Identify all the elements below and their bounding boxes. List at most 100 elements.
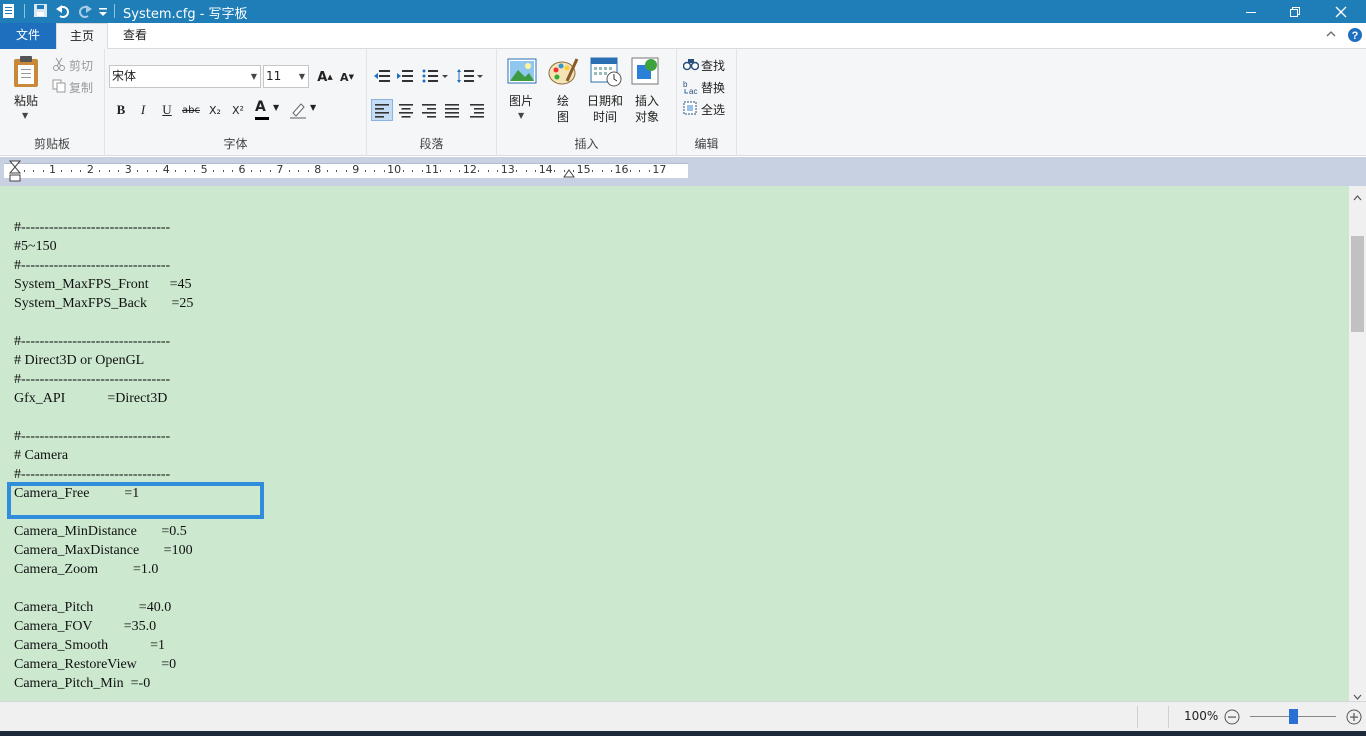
document-line[interactable]: #-------------------------------- [14, 429, 170, 448]
ruler-mark: 7 [276, 163, 284, 176]
cut-icon[interactable] [52, 57, 66, 74]
document-line[interactable]: Gfx_API =Direct3D [14, 391, 167, 410]
help-icon[interactable]: ? [1347, 27, 1363, 46]
cut-button[interactable]: 剪切 [69, 57, 93, 74]
paste-icon[interactable] [12, 55, 42, 92]
paint-icon[interactable] [547, 55, 579, 90]
highlight-color-button[interactable]: ▼ [290, 101, 316, 122]
bullet-list-icon[interactable] [422, 69, 448, 86]
align-right-icon[interactable] [419, 100, 439, 123]
document-line[interactable]: Camera_MinDistance =0.5 [14, 524, 187, 543]
zoom-slider-track[interactable] [1250, 709, 1336, 724]
document-line[interactable]: Camera_Pitch =40.0 [14, 600, 171, 619]
ruler-tick [364, 170, 366, 172]
scrollbar-thumb[interactable] [1351, 236, 1364, 332]
select-all-button[interactable]: 全选 [701, 101, 725, 118]
document-area[interactable]: #-------------------------------- #5~150 #… [0, 186, 1349, 701]
font-size-select[interactable]: 11 ▼ [263, 65, 309, 88]
save-icon[interactable] [33, 3, 49, 19]
document-line[interactable]: #-------------------------------- [14, 334, 170, 353]
align-center-icon[interactable] [396, 100, 416, 123]
tab-home[interactable]: 主页 [56, 23, 108, 50]
picture-icon[interactable] [507, 57, 537, 88]
paste-dropdown-icon[interactable]: ▼ [22, 111, 28, 120]
tab-file[interactable]: 文件 [0, 23, 56, 49]
ribbon-tabs: 文件 主页 查看 ? [0, 23, 1366, 50]
ruler-tick [175, 170, 177, 172]
redo-icon[interactable] [77, 3, 93, 19]
ruler-mark: 15 [576, 163, 591, 176]
text-color-button[interactable]: A ▼ [255, 99, 279, 120]
find-icon[interactable] [682, 57, 700, 74]
minimize-button[interactable] [1228, 0, 1274, 23]
document-line[interactable]: Camera_FOV =35.0 [14, 619, 156, 638]
ruler-mark: 12 [462, 163, 477, 176]
decrease-indent-icon[interactable] [374, 69, 390, 86]
ruler-mark: 2 [86, 163, 94, 176]
paint-drawing-button[interactable]: 绘 图 [547, 93, 579, 125]
zoom-out-button[interactable] [1224, 709, 1240, 728]
insert-date-time-button[interactable]: 日期和 时间 [585, 93, 625, 125]
underline-button[interactable]: U [157, 100, 177, 120]
italic-button[interactable]: I [133, 100, 153, 120]
paste-button[interactable]: 粘贴 [10, 93, 42, 109]
document-line[interactable]: Camera_RestoreView =0 [14, 657, 176, 676]
ruler-tick [80, 170, 82, 172]
justify-icon[interactable] [442, 100, 462, 123]
ruler-mark: 11 [425, 163, 439, 176]
wordpad-app-icon[interactable] [2, 3, 18, 19]
document-line[interactable]: #5~150 [14, 239, 57, 258]
increase-indent-icon[interactable] [397, 69, 413, 86]
replace-icon[interactable]: b ac [683, 79, 699, 98]
document-line[interactable]: #-------------------------------- [14, 258, 170, 277]
object-label-2: 对象 [634, 110, 659, 124]
font-family-select[interactable]: 宋体 ▼ [109, 65, 261, 88]
ruler-tick [42, 170, 44, 172]
superscript-button[interactable]: X² [228, 100, 248, 120]
close-button[interactable] [1318, 0, 1364, 23]
line-spacing-icon[interactable] [457, 69, 483, 86]
replace-button[interactable]: 替换 [701, 79, 725, 96]
picture-dropdown-icon[interactable]: ▼ [518, 111, 524, 120]
document-line[interactable]: Camera_Smooth =1 [14, 638, 165, 657]
copy-button[interactable]: 复制 [69, 79, 93, 96]
zoom-slider-thumb[interactable] [1288, 709, 1298, 724]
vertical-scrollbar[interactable] [1349, 186, 1366, 701]
chevron-down-icon: ▼ [250, 72, 257, 81]
document-line[interactable]: #-------------------------------- [14, 372, 170, 391]
document-line[interactable]: Camera_Zoom =1.0 [14, 562, 158, 581]
zoom-in-button[interactable] [1346, 709, 1362, 728]
subscript-button[interactable]: X₂ [205, 100, 225, 120]
strikethrough-button[interactable]: abc [181, 100, 201, 120]
document-line[interactable]: System_MaxFPS_Back =25 [14, 296, 193, 315]
restore-button[interactable] [1272, 0, 1318, 23]
ruler-tick [33, 170, 35, 172]
insert-object-button[interactable]: 插入 对象 [629, 93, 665, 125]
insert-picture-button[interactable]: 图片 [505, 93, 537, 109]
ruler-mark: 5 [200, 163, 208, 176]
paragraph-settings-icon[interactable] [467, 100, 487, 123]
document-line[interactable]: # Camera [14, 448, 68, 467]
bold-button[interactable]: B [111, 100, 131, 120]
grow-font-button[interactable]: A ▲ [315, 67, 335, 87]
copy-icon[interactable] [52, 79, 66, 96]
document-line[interactable]: Camera_Pitch_Min =-0 [14, 676, 150, 695]
first-line-indent-marker[interactable] [8, 160, 22, 187]
find-button[interactable]: 查找 [701, 57, 725, 74]
select-all-icon[interactable] [683, 101, 697, 118]
ruler-tick [573, 170, 575, 172]
document-line[interactable]: #-------------------------------- [14, 220, 170, 239]
insert-object-icon[interactable] [631, 55, 663, 90]
shrink-font-button[interactable]: A ▼ [337, 67, 357, 87]
scroll-up-icon[interactable] [1353, 190, 1362, 204]
tab-view[interactable]: 查看 [110, 23, 160, 49]
collapse-ribbon-icon[interactable] [1325, 28, 1337, 43]
document-line[interactable]: Camera_MaxDistance =100 [14, 543, 193, 562]
customize-quick-access-icon[interactable] [98, 3, 114, 19]
date-time-icon[interactable] [590, 57, 622, 90]
align-left-button[interactable] [371, 99, 393, 121]
document-line[interactable]: System_MaxFPS_Front =45 [14, 277, 191, 296]
document-line[interactable]: # Direct3D or OpenGL [14, 353, 144, 372]
undo-icon[interactable] [55, 3, 71, 19]
ruler-mark: 6 [238, 163, 246, 176]
